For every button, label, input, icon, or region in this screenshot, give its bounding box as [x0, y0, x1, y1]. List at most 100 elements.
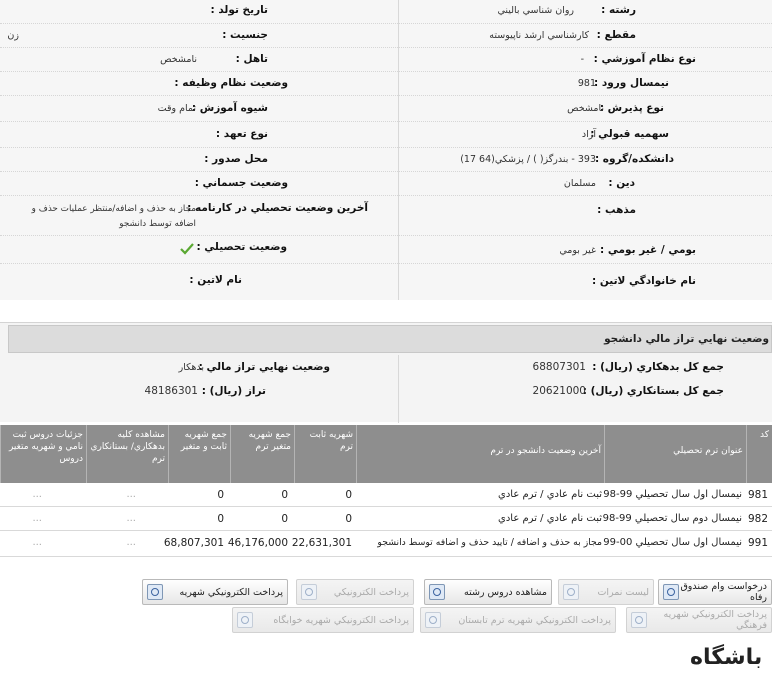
field-value: آزاد	[581, 129, 596, 140]
term-title: نيمسال اول سال تحصيلي 00-99	[603, 537, 742, 548]
field-value: اضافه توسط دانشجو	[119, 219, 196, 229]
table-row: 982 نيمسال دوم سال تحصيلي 99-98 ثبت نام …	[0, 507, 772, 531]
term-status: ثبت نام عادي / ترم عادي	[498, 489, 602, 500]
field-label: تاريخ تولد :	[210, 4, 268, 16]
field-label: نيمسال ورود :	[593, 77, 669, 89]
watermark-logo: باشگاه	[690, 645, 763, 670]
profile-row: نام خانوادگي لاتين : نام لاتين :	[0, 264, 772, 300]
profile-row: مقطع : کارشناسي ارشد ناپيوسته جنسيت : زن	[0, 24, 772, 48]
magnifier-icon	[631, 612, 647, 628]
profile-row: بومي / غير بومي : غير بومي وضعيت تحصيلي …	[0, 236, 772, 264]
table-row: 991 نيمسال اول سال تحصيلي 00-99 مجاز به …	[0, 531, 772, 557]
printer-icon	[563, 584, 579, 600]
course-details-link[interactable]: ...	[32, 513, 42, 524]
e-payment-button[interactable]: پرداخت الکترونيکي	[296, 579, 414, 605]
column-header: شهريه ثابت ترم	[294, 425, 356, 483]
view-courses-button[interactable]: مشاهده دروس رشته	[424, 579, 552, 605]
field-value: تمام وقت	[157, 103, 196, 114]
table-row: 981 نيمسال اول سال تحصيلي 99-98 ثبت نام …	[0, 483, 772, 507]
field-label: نام خانوادگي لاتين :	[592, 275, 696, 287]
button-label: مشاهده دروس رشته	[464, 586, 547, 598]
field-value: کارشناسي ارشد ناپيوسته	[489, 30, 589, 41]
welfare-loan-button[interactable]: درخواست وام صندوق رفاه	[658, 579, 772, 605]
course-details-link[interactable]: ...	[32, 489, 42, 500]
financial-balance-panel: وضعيت نهايي تراز مالي دانشجو جمع کل بدهک…	[0, 322, 772, 423]
magnifier-icon	[147, 584, 163, 600]
field-label: نام لاتين :	[189, 274, 242, 286]
field-label: مذهب :	[597, 204, 636, 216]
total-tuition: 0	[217, 513, 224, 525]
field-value: -	[580, 54, 584, 65]
field-label: وضعيت تحصيلي :	[196, 241, 287, 253]
field-value: 393 - بندرگز( ) / پزشکي(64 17)	[460, 154, 596, 165]
summer-term-payment-button[interactable]: پرداخت الکترونيکي شهريه ترم تابستان	[420, 607, 616, 633]
button-label: درخواست وام صندوق رفاه	[680, 581, 767, 603]
field-label: نوع نظام آموزشي :	[593, 53, 696, 65]
balance-value: 48186301	[144, 385, 198, 397]
check-icon	[180, 242, 194, 259]
balance-status-label: وضعيت نهايي تراز مالي :	[198, 361, 330, 373]
button-label: پرداخت الکترونيکي شهريه	[179, 586, 283, 598]
field-value: نامشخص	[160, 54, 197, 65]
section-header: وضعيت نهايي تراز مالي دانشجو	[8, 325, 772, 353]
table-header: کد عنوان ترم تحصيلي آخرين وضعيت دانشجو د…	[0, 425, 772, 483]
field-value: روان شناسي باليني	[497, 5, 574, 16]
cultural-fee-payment-button[interactable]: پرداخت الکترونيکي شهريه فرهنگي	[626, 607, 772, 633]
field-label: دانشکده/گروه :	[594, 153, 674, 165]
field-value: 981	[577, 78, 596, 89]
view-balance-link[interactable]: ...	[126, 513, 136, 524]
field-label: شيوه آموزش :	[191, 102, 268, 114]
term-status: ثبت نام عادي / ترم عادي	[498, 513, 602, 524]
field-label: نوع پذيرش :	[599, 102, 664, 114]
term-code: 991	[747, 537, 768, 549]
magnifier-icon	[425, 612, 441, 628]
column-header: عنوان ترم تحصيلي	[604, 425, 746, 483]
field-label: تاهل :	[235, 53, 268, 65]
term-code: 981	[747, 489, 768, 501]
column-header: آخرين وضعيت دانشجو در ترم	[356, 425, 604, 483]
fixed-tuition: 0	[345, 489, 352, 501]
course-details-link[interactable]: ...	[32, 537, 42, 548]
field-label: آخرين وضعيت تحصيلي در کارنامه :	[187, 202, 368, 214]
button-label: پرداخت الکترونيکي شهريه فرهنگي	[663, 609, 767, 631]
term-code: 982	[747, 513, 768, 525]
magnifier-icon	[237, 612, 253, 628]
column-divider	[398, 355, 399, 423]
credit-label: جمع کل بستانکاري (ريال) :	[582, 385, 724, 397]
field-label: بومي / غير بومي :	[600, 244, 696, 256]
profile-row: دانشکده/گروه : 393 - بندرگز( ) / پزشکي(6…	[0, 148, 772, 172]
field-value: غير بومي	[559, 245, 596, 256]
button-label: پرداخت الکترونيکي	[333, 586, 409, 598]
total-tuition: 68,807,301	[163, 537, 224, 549]
profile-row: دين : مسلمان وضعيت جسماني :	[0, 172, 772, 196]
e-payment-tuition-button[interactable]: پرداخت الکترونيکي شهريه	[142, 579, 288, 605]
credit-value: 20621000	[532, 385, 586, 397]
field-label: رشته :	[601, 4, 636, 16]
profile-row: سهميه قبولي : آزاد نوع تعهد :	[0, 122, 772, 148]
profile-row: نيمسال ورود : 981 وضعيت نظام وظيفه :	[0, 72, 772, 96]
field-label: محل صدور :	[204, 153, 268, 165]
view-balance-link[interactable]: ...	[126, 537, 136, 548]
button-label: پرداخت الکترونيکي شهريه ترم تابستان	[458, 614, 611, 626]
term-status: مجاز به حذف و اضافه / تاييد حذف و اضافه …	[377, 537, 602, 548]
field-label: سهميه قبولي :	[590, 128, 669, 140]
field-value: زن	[7, 30, 19, 41]
field-label: نوع تعهد :	[215, 128, 268, 140]
view-balance-link[interactable]: ...	[126, 489, 136, 500]
balance-status-value: بدهکار	[178, 362, 204, 373]
column-header: جمع شهريه متغير ترم	[230, 425, 294, 483]
total-tuition: 0	[217, 489, 224, 501]
field-label: جنسيت :	[222, 29, 268, 41]
section-title: وضعيت نهايي تراز مالي دانشجو	[604, 333, 769, 345]
dorm-fee-payment-button[interactable]: پرداخت الکترونيکي شهريه خوابگاه	[232, 607, 414, 633]
variable-tuition: 46,176,000	[227, 537, 288, 549]
debit-label: جمع کل بدهکاري (ريال) :	[592, 361, 724, 373]
profile-row: نوع نظام آموزشي : - تاهل : نامشخص	[0, 48, 772, 72]
column-header: کد	[746, 425, 772, 483]
grades-list-button[interactable]: ليست نمرات	[558, 579, 654, 605]
field-label: مقطع :	[596, 29, 636, 41]
fixed-tuition: 0	[345, 513, 352, 525]
field-value: مسلمان	[563, 178, 596, 189]
button-label: ليست نمرات	[597, 586, 649, 598]
field-value: نامشخص	[567, 103, 604, 114]
